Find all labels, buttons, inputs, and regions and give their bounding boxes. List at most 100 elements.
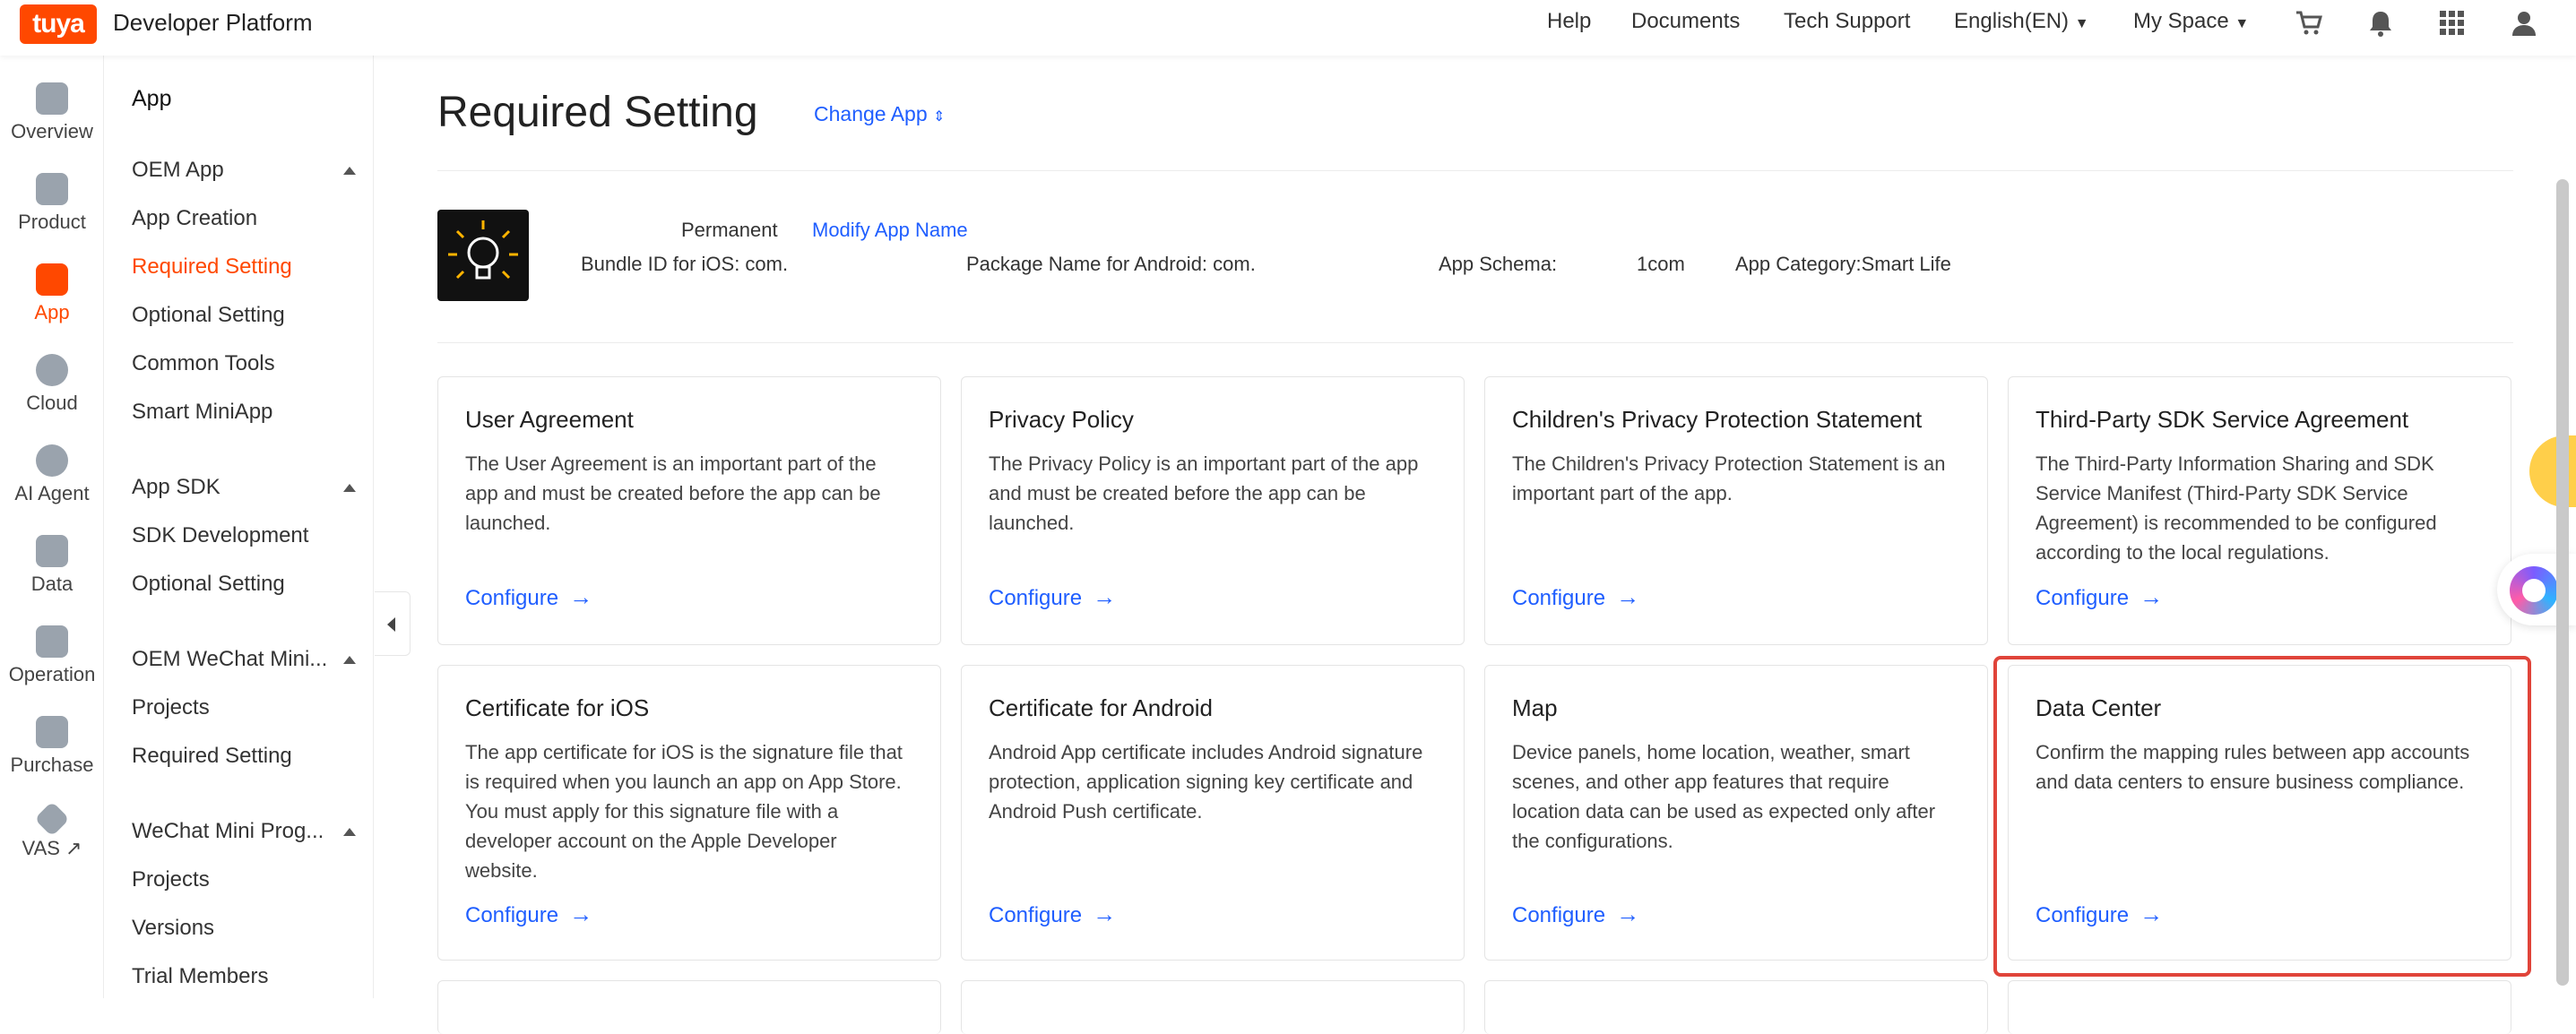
rail-label: Overview (11, 120, 93, 142)
rail-item-data[interactable]: Data (0, 535, 104, 596)
sidebar-item-app-creation[interactable]: App Creation (132, 206, 257, 231)
purchase-icon (36, 716, 68, 748)
group-label: OEM App (132, 158, 224, 182)
sidebar-group-wechat-mini-program[interactable]: WeChat Mini Prog... (132, 819, 356, 844)
nav-tech-support[interactable]: Tech Support (1784, 9, 1910, 34)
app-logo (437, 210, 529, 301)
configure-button[interactable]: Configure → (989, 583, 1116, 611)
configure-label: Configure (989, 586, 1083, 610)
app-category: App Category:Smart Life (1735, 253, 1951, 275)
tuya-logo[interactable]: tuya (20, 4, 97, 44)
sidebar-item-mini-projects[interactable]: Projects (132, 867, 210, 892)
divider (437, 342, 2513, 343)
rail-label: Purchase (10, 754, 94, 776)
configure-label: Configure (1512, 586, 1606, 610)
group-label: App SDK (132, 475, 220, 499)
card-certificate-android: Certificate for Android Android App cert… (961, 665, 1465, 961)
card-title: Privacy Policy (989, 406, 1134, 433)
modify-app-name-link[interactable]: Modify App Name (812, 219, 968, 242)
mascot-assistant-icon[interactable] (2529, 435, 2576, 507)
chevron-down-icon: ▼ (2235, 16, 2250, 31)
card-title: Certificate for Android (989, 694, 1214, 721)
home-icon (36, 82, 68, 115)
nav-documents[interactable]: Documents (1631, 9, 1740, 34)
nav-my-space[interactable]: My Space ▼ (2133, 9, 2249, 34)
card-childrens-privacy: Children's Privacy Protection Statement … (1484, 376, 1988, 645)
vas-icon (34, 801, 70, 837)
sidebar-collapse-button[interactable] (375, 591, 411, 656)
card-privacy-policy: Privacy Policy The Privacy Policy is an … (961, 376, 1465, 645)
card-title: Map (1512, 694, 1558, 721)
configure-button[interactable]: Configure → (465, 583, 592, 611)
change-app-button[interactable]: Change App ⇕ (814, 102, 945, 126)
cart-icon[interactable] (2295, 9, 2323, 38)
rail-item-vas[interactable]: VAS ↗ (0, 801, 104, 860)
my-space-label: My Space (2133, 9, 2229, 33)
sidebar-item-sdk-development[interactable]: SDK Development (132, 523, 308, 548)
sidebar-item-required-setting[interactable]: Required Setting (132, 254, 292, 280)
app-icon (36, 263, 68, 296)
configure-button[interactable]: Configure → (465, 900, 592, 928)
rail-item-purchase[interactable]: Purchase (0, 716, 104, 777)
rail-label: Operation (8, 663, 96, 685)
rail-label: Cloud (26, 392, 78, 414)
configure-button[interactable]: Configure → (1512, 583, 1639, 611)
nav-help[interactable]: Help (1547, 9, 1591, 34)
cloud-icon (36, 354, 68, 386)
arrow-right-icon: → (2139, 583, 2164, 610)
rail-item-operation[interactable]: Operation (0, 625, 104, 686)
card-title: Children's Privacy Protection Statement (1512, 406, 1923, 433)
bell-icon[interactable] (2366, 9, 2395, 38)
rail-label: AI Agent (14, 482, 90, 504)
sidebar-item-sdk-optional-setting[interactable]: Optional Setting (132, 572, 285, 597)
arrow-right-icon: → (569, 900, 593, 927)
configure-button[interactable]: Configure → (989, 900, 1116, 928)
sidebar-group-oem-wechat[interactable]: OEM WeChat Mini... (132, 647, 356, 672)
chevron-up-icon (343, 828, 356, 836)
card-description: The app certificate for iOS is the signa… (465, 741, 903, 882)
app-name-tag: Permanent (681, 219, 778, 241)
sidebar-item-wechat-required-setting[interactable]: Required Setting (132, 744, 292, 769)
card-user-agreement: User Agreement The User Agreement is an … (437, 376, 941, 645)
sort-arrows-icon: ⇕ (933, 109, 946, 125)
card-description: Device panels, home location, weather, s… (1512, 741, 1936, 852)
chevron-up-icon (343, 484, 356, 492)
bundle-id-ios: Bundle ID for iOS: com. (581, 253, 789, 275)
sidebar-item-optional-setting[interactable]: Optional Setting (132, 303, 285, 328)
card-description: The Privacy Policy is an important part … (989, 452, 1419, 534)
language-label: English(EN) (1954, 9, 2070, 33)
card-description: The Children's Privacy Protection Statem… (1512, 452, 1946, 504)
sidebar-item-smart-miniapp[interactable]: Smart MiniApp (132, 400, 272, 425)
brand-title: Developer Platform (113, 9, 313, 36)
sidebar-group-oem-app[interactable]: OEM App (132, 158, 356, 183)
page-title: Required Setting (437, 89, 758, 136)
configure-label: Configure (465, 586, 559, 610)
rail-item-ai-agent[interactable]: AI Agent (0, 444, 104, 505)
sidebar-group-app-sdk[interactable]: App SDK (132, 475, 356, 500)
rail-item-overview[interactable]: Overview (0, 82, 104, 143)
sidebar-title: App (132, 86, 172, 111)
nav-language[interactable]: English(EN) ▼ (1954, 9, 2089, 34)
apps-grid-icon[interactable] (2438, 9, 2467, 38)
rail-item-app[interactable]: App (0, 263, 104, 324)
card-partial (961, 980, 1465, 1034)
card-description: The Third-Party Information Sharing and … (2036, 452, 2437, 564)
rail-item-product[interactable]: Product (0, 173, 104, 234)
sidebar-item-wechat-projects[interactable]: Projects (132, 695, 210, 720)
sidebar-item-trial-members[interactable]: Trial Members (132, 964, 268, 989)
data-icon (36, 535, 68, 567)
configure-button[interactable]: Configure → (2036, 583, 2163, 611)
vertical-scrollbar[interactable] (2556, 179, 2569, 986)
card-title: Certificate for iOS (465, 694, 650, 721)
sidebar-item-common-tools[interactable]: Common Tools (132, 351, 275, 376)
ai-orb-icon (2510, 566, 2558, 615)
rail-label: App (34, 301, 70, 323)
user-icon[interactable] (2510, 9, 2538, 38)
card-certificate-ios: Certificate for iOS The app certificate … (437, 665, 941, 961)
rail-label: Data (30, 573, 73, 595)
configure-button[interactable]: Configure → (1512, 900, 1639, 928)
sidebar-item-versions[interactable]: Versions (132, 916, 214, 941)
rail-item-cloud[interactable]: Cloud (0, 354, 104, 415)
operation-icon (36, 625, 68, 658)
group-label: OEM WeChat Mini... (132, 647, 328, 671)
